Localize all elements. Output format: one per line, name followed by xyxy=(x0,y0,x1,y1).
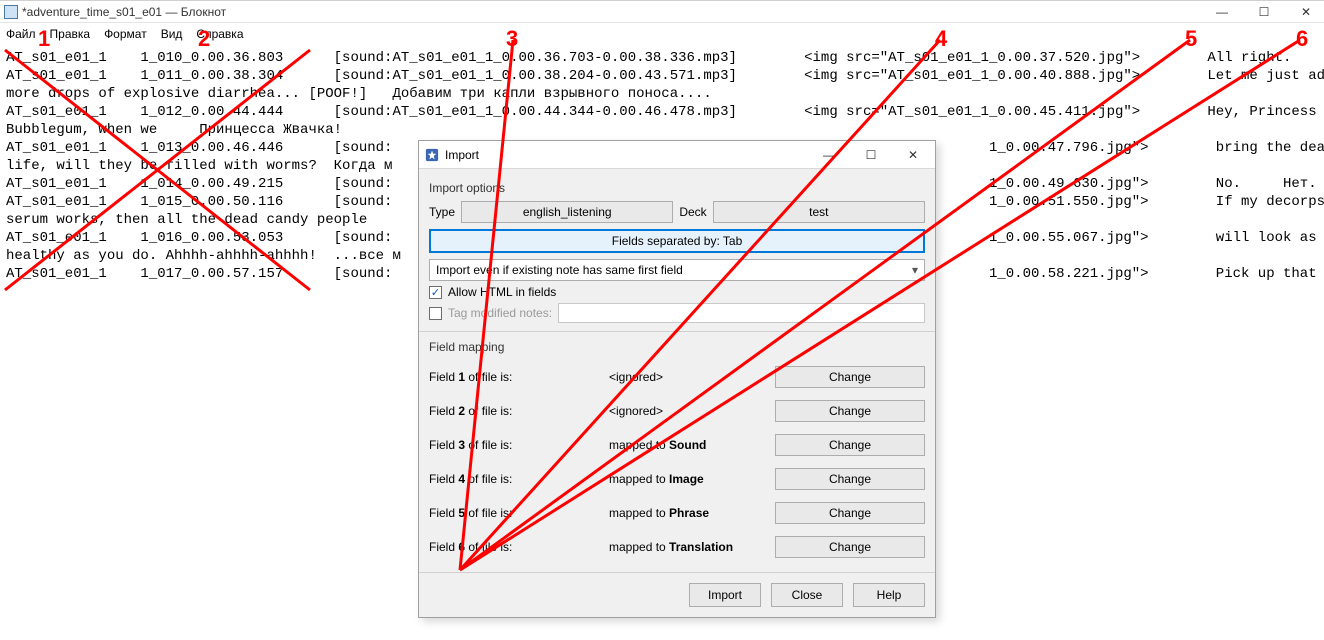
change-button[interactable]: Change xyxy=(775,400,925,422)
menu-edit[interactable]: Правка xyxy=(50,27,91,41)
field-mapping-value: <ignored> xyxy=(609,370,775,384)
field-mapping-row: Field 5 of file is:mapped to PhraseChang… xyxy=(429,496,925,530)
field-mapping-value: mapped to Translation xyxy=(609,540,775,554)
annotation-1: 1 xyxy=(38,26,50,52)
dialog-minimize-icon[interactable]: — xyxy=(813,145,845,165)
menu-format[interactable]: Формат xyxy=(104,27,147,41)
notepad-title: *adventure_time_s01_e01 — Блокнот xyxy=(22,5,1208,19)
field-label: Field 4 of file is: xyxy=(429,472,609,486)
allow-html-checkbox[interactable] xyxy=(429,286,442,299)
change-button[interactable]: Change xyxy=(775,536,925,558)
allow-html-label: Allow HTML in fields xyxy=(448,285,556,299)
field-mapping-row: Field 2 of file is:<ignored>Change xyxy=(429,394,925,428)
annotation-4: 4 xyxy=(935,26,947,52)
deck-label: Deck xyxy=(679,205,706,219)
import-dialog: Import — ☐ ✕ Import options Type english… xyxy=(418,140,936,618)
notepad-titlebar[interactable]: *adventure_time_s01_e01 — Блокнот — ☐ ✕ xyxy=(0,1,1324,23)
separator xyxy=(419,331,935,332)
anki-icon xyxy=(425,148,439,162)
field-label: Field 5 of file is: xyxy=(429,506,609,520)
field-mapping-value: <ignored> xyxy=(609,404,775,418)
dialog-title: Import xyxy=(445,148,813,162)
type-value: english_listening xyxy=(523,205,612,219)
field-mapping-row: Field 3 of file is:mapped to SoundChange xyxy=(429,428,925,462)
change-button[interactable]: Change xyxy=(775,434,925,456)
field-mapping-row: Field 1 of file is:<ignored>Change xyxy=(429,360,925,394)
field-mapping-row: Field 6 of file is:mapped to Translation… xyxy=(429,530,925,564)
dialog-maximize-icon[interactable]: ☐ xyxy=(855,145,887,165)
field-mapping-value: mapped to Phrase xyxy=(609,506,775,520)
tag-modified-input[interactable] xyxy=(558,303,925,323)
help-button-label: Help xyxy=(877,588,902,602)
close-icon[interactable]: ✕ xyxy=(1292,3,1320,21)
deck-selector[interactable]: test xyxy=(713,201,925,223)
help-button[interactable]: Help xyxy=(853,583,925,607)
dialog-close-icon[interactable]: ✕ xyxy=(897,145,929,165)
type-label: Type xyxy=(429,205,455,219)
import-options-heading: Import options xyxy=(429,181,925,195)
field-mapping-list: Field 1 of file is:<ignored>ChangeField … xyxy=(429,360,925,564)
import-button[interactable]: Import xyxy=(689,583,761,607)
change-button[interactable]: Change xyxy=(775,366,925,388)
field-mapping-heading: Field mapping xyxy=(429,340,925,354)
field-label: Field 3 of file is: xyxy=(429,438,609,452)
import-mode-value: Import even if existing note has same fi… xyxy=(436,263,683,277)
annotation-5: 5 xyxy=(1185,26,1197,52)
annotation-6: 6 xyxy=(1296,26,1308,52)
field-label: Field 1 of file is: xyxy=(429,370,609,384)
menu-file[interactable]: Файл xyxy=(6,27,36,41)
menu-view[interactable]: Вид xyxy=(161,27,183,41)
maximize-icon[interactable]: ☐ xyxy=(1250,3,1278,21)
fields-separated-label: Fields separated by: Tab xyxy=(612,234,743,248)
annotation-2: 2 xyxy=(198,26,210,52)
change-button[interactable]: Change xyxy=(775,502,925,524)
annotation-3: 3 xyxy=(506,26,518,52)
close-button[interactable]: Close xyxy=(771,583,843,607)
import-button-label: Import xyxy=(708,588,742,602)
dialog-footer: Import Close Help xyxy=(419,572,935,617)
change-button[interactable]: Change xyxy=(775,468,925,490)
minimize-icon[interactable]: — xyxy=(1208,3,1236,21)
field-mapping-row: Field 4 of file is:mapped to ImageChange xyxy=(429,462,925,496)
tag-modified-checkbox[interactable] xyxy=(429,307,442,320)
field-mapping-value: mapped to Sound xyxy=(609,438,775,452)
field-label: Field 6 of file is: xyxy=(429,540,609,554)
dialog-titlebar[interactable]: Import — ☐ ✕ xyxy=(419,141,935,169)
field-mapping-value: mapped to Image xyxy=(609,472,775,486)
fields-separated-button[interactable]: Fields separated by: Tab xyxy=(429,229,925,253)
notepad-icon xyxy=(4,5,18,19)
import-mode-select[interactable]: Import even if existing note has same fi… xyxy=(429,259,925,281)
type-selector[interactable]: english_listening xyxy=(461,201,673,223)
field-label: Field 2 of file is: xyxy=(429,404,609,418)
tag-modified-label: Tag modified notes: xyxy=(448,306,552,320)
close-button-label: Close xyxy=(792,588,823,602)
deck-value: test xyxy=(809,205,828,219)
